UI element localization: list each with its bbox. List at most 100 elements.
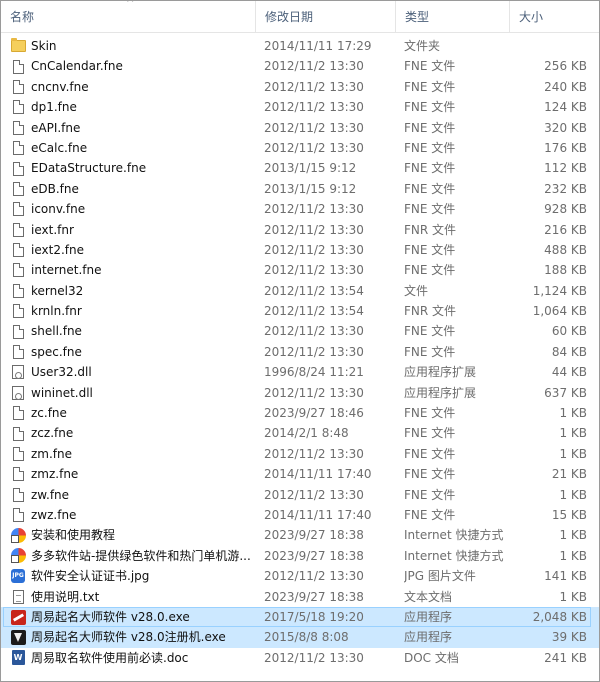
file-icon [10,179,26,199]
file-name: dp1.fne [31,100,77,115]
file-icon-glyph [12,161,24,176]
file-row[interactable]: zm.fne 2012/11/2 13:30 FNE 文件 1 KB [1,444,599,464]
file-row[interactable]: 多多软件站-提供绿色软件和热门单机游... 2023/9/27 18:38 Inte… [1,546,599,566]
file-name: 使用说明.txt [31,589,100,604]
file-type: FNE 文件 [404,507,456,522]
file-type: FNE 文件 [404,181,456,196]
file-list: Skin 2014/11/11 17:29 文件夹 CnCalendar.fne 201… [1,36,599,668]
file-row[interactable]: 周易起名大师软件 v28.0.exe 2017/5/18 19:20 应用程序 2,0… [1,606,599,628]
file-size: 256 KB [544,59,587,74]
column-header-type-label: 类型 [405,10,430,24]
file-row[interactable]: dp1.fne 2012/11/2 13:30 FNE 文件 124 KB [1,97,599,117]
file-icon-glyph [12,487,24,502]
file-name: iconv.fne [31,202,86,217]
dll-file-icon-glyph [12,365,24,380]
file-name: spec.fne [31,344,82,359]
file-type: Internet 快捷方式 [404,528,504,543]
file-icon-glyph [12,243,24,258]
file-type: FNE 文件 [404,120,456,135]
file-type: 应用程序扩展 [404,385,477,400]
file-size: 2,048 KB [532,609,587,624]
file-type: FNE 文件 [404,59,456,74]
file-size: 15 KB [551,507,587,522]
file-size: 1,124 KB [532,283,587,298]
file-icon [10,423,26,443]
file-icon-glyph [12,79,24,94]
file-icon-glyph [12,222,24,237]
file-row[interactable]: iext2.fne 2012/11/2 13:30 FNE 文件 488 KB [1,240,599,260]
file-row[interactable]: Skin 2014/11/11 17:29 文件夹 [1,36,599,56]
file-row[interactable]: cncnv.fne 2012/11/2 13:30 FNE 文件 240 KB [1,77,599,97]
file-row[interactable]: wininet.dll 2012/11/2 13:30 应用程序扩展 637 KB [1,383,599,403]
file-row[interactable]: 周易起名大师软件 v28.0注册机.exe 2015/8/8 8:08 应用程序 39… [1,627,599,648]
column-header-date[interactable]: 修改日期 [255,1,395,33]
file-size: 44 KB [551,365,587,380]
file-size: 176 KB [544,140,587,155]
file-icon-glyph [12,426,24,441]
file-row[interactable]: zwz.fne 2014/11/11 17:40 FNE 文件 15 KB [1,505,599,525]
file-icon [10,403,26,423]
file-icon-glyph [12,100,24,115]
file-type: 文件夹 [404,39,441,53]
file-row[interactable]: kernel32 2012/11/2 13:54 文件 1,124 KB [1,281,599,301]
file-name: 周易起名大师软件 v28.0注册机.exe [31,630,226,645]
file-type: FNE 文件 [404,487,456,502]
file-row[interactable]: zmz.fne 2014/11/11 17:40 FNE 文件 21 KB [1,464,599,484]
file-size: 60 KB [551,324,587,339]
file-icon-glyph [12,447,24,461]
dll-file-icon-glyph [12,385,24,400]
file-row[interactable]: 使用说明.txt 2023/9/27 18:38 文本文档 1 KB [1,587,599,607]
column-header-size[interactable]: 大小 [509,1,599,33]
file-modified-date: 2012/11/2 13:30 [264,650,364,665]
file-row[interactable]: eAPI.fne 2012/11/2 13:30 FNE 文件 320 KB [1,118,599,138]
file-row[interactable]: zc.fne 2023/9/27 18:46 FNE 文件 1 KB [1,403,599,423]
internet-shortcut-icon-glyph [10,548,26,564]
file-icon-glyph [12,202,24,217]
file-modified-date: 2014/2/1 8:48 [264,426,349,441]
file-icon [10,97,26,117]
file-icon [10,77,26,97]
file-icon [10,505,26,525]
file-type: FNE 文件 [404,100,456,115]
file-icon [10,342,26,362]
file-row[interactable]: W 周易取名软件使用前必读.doc 2012/11/2 13:30 DOC 文档 241… [1,648,599,668]
file-icon-glyph [12,141,24,156]
file-row[interactable]: zcz.fne 2014/2/1 8:48 FNE 文件 1 KB [1,423,599,443]
file-row[interactable]: krnln.fnr 2012/11/2 13:54 FNR 文件 1,064 KB [1,301,599,321]
file-row[interactable]: shell.fne 2012/11/2 13:30 FNE 文件 60 KB [1,321,599,341]
file-modified-date: 2012/11/2 13:54 [264,283,364,298]
file-type: FNE 文件 [404,140,456,155]
file-row[interactable]: eDB.fne 2013/1/15 9:12 FNE 文件 232 KB [1,179,599,199]
file-row[interactable]: iconv.fne 2012/11/2 13:30 FNE 文件 928 KB [1,199,599,219]
internet-shortcut-icon [10,546,26,566]
file-size: 1 KB [559,446,587,461]
file-size: 1,064 KB [532,304,587,319]
file-row[interactable]: JPG 软件安全认证证书.jpg 2012/11/2 13:30 JPG 图片文件 14… [1,566,599,586]
internet-shortcut-icon [10,525,26,545]
file-row[interactable]: EDataStructure.fne 2013/1/15 9:12 FNE 文件 11… [1,158,599,178]
file-icon-glyph [12,345,24,360]
file-modified-date: 2012/11/2 13:30 [264,569,364,584]
file-modified-date: 2012/11/2 13:30 [264,242,364,257]
file-row[interactable]: 安装和使用教程 2023/9/27 18:38 Internet 快捷方式 1 KB [1,525,599,545]
file-row[interactable]: spec.fne 2012/11/2 13:30 FNE 文件 84 KB [1,342,599,362]
file-size: 39 KB [551,630,587,645]
file-icon-glyph [12,304,24,319]
file-row[interactable]: internet.fne 2012/11/2 13:30 FNE 文件 188 KB [1,260,599,280]
file-name: 周易起名大师软件 v28.0.exe [31,609,190,624]
file-type: JPG 图片文件 [404,569,476,584]
file-row[interactable]: CnCalendar.fne 2012/11/2 13:30 FNE 文件 256 K… [1,56,599,76]
file-row[interactable]: User32.dll 1996/8/24 11:21 应用程序扩展 44 KB [1,362,599,382]
file-type: FNR 文件 [404,304,457,319]
jpg-image-icon: JPG [10,566,26,586]
file-row[interactable]: iext.fnr 2012/11/2 13:30 FNR 文件 216 KB [1,220,599,240]
file-name: zmz.fne [31,467,79,482]
file-row[interactable]: zw.fne 2012/11/2 13:30 FNE 文件 1 KB [1,485,599,505]
word-doc-icon: W [10,648,26,668]
column-header-type[interactable]: 类型 [395,1,509,33]
file-modified-date: 2012/11/2 13:54 [264,304,364,319]
column-header-bar: 名称 ^ 修改日期 类型 大小 [1,1,599,33]
file-modified-date: 2013/1/15 9:12 [264,161,357,176]
file-row[interactable]: eCalc.fne 2012/11/2 13:30 FNE 文件 176 KB [1,138,599,158]
file-name: 软件安全认证证书.jpg [31,569,150,584]
